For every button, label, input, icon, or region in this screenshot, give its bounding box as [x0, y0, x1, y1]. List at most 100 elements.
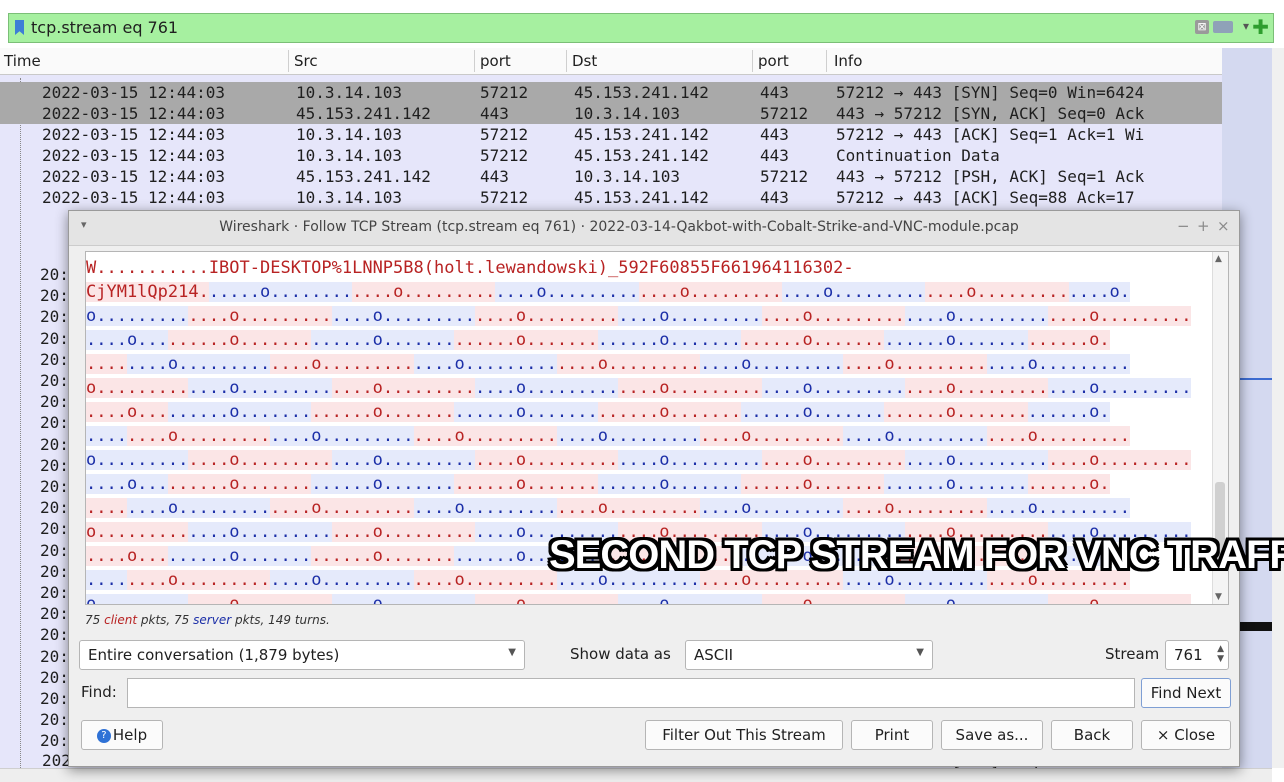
client-data-segment: ......o....... — [454, 330, 598, 350]
client-data-segment: ......o....... — [741, 330, 885, 350]
display-filter-bar[interactable]: tcp.stream eq 761 ⊠ ▾ ✚ — [8, 13, 1274, 43]
print-button[interactable]: Print — [851, 720, 933, 750]
table-row-partial[interactable]: 20: — [40, 497, 69, 518]
server-data-segment: ....o......... — [331, 306, 475, 326]
client-data-segment: ....o......... — [413, 426, 557, 446]
column-header-dst[interactable]: Dst — [572, 52, 597, 70]
client-data-segment: ....o......... — [761, 594, 905, 604]
bookmark-icon[interactable] — [15, 20, 24, 35]
close-window-icon[interactable]: × — [1217, 217, 1230, 235]
table-cell: 45.153.241.142 — [296, 167, 431, 186]
table-cell: 443 → 57212 [PSH, ACK] Seq=1 Ack — [836, 167, 1145, 186]
table-row[interactable]: 2022-03-15 12:44:03 45.153.241.142 443 10.3… — [0, 166, 1222, 187]
dialog-titlebar[interactable]: ▾ Wireshark · Follow TCP Stream (tcp.str… — [69, 211, 1239, 246]
filter-out-stream-button[interactable]: Filter Out This Stream — [645, 720, 843, 750]
table-cell: 57212 — [760, 167, 809, 186]
table-row-partial[interactable]: 20: — [40, 561, 69, 582]
table-row-partial[interactable]: 20: — [40, 306, 69, 327]
server-data-segment: ....o......... — [904, 594, 1049, 604]
client-data-segment: ....o......... — [188, 594, 332, 604]
table-row[interactable]: 2022-03-15 12:44:03 45.153.241.142 443 10.3… — [0, 103, 1222, 124]
table-row-partial[interactable]: 20: — [40, 540, 69, 561]
table-row-partial[interactable]: 20: — [40, 476, 69, 497]
minimize-icon[interactable]: − — [1177, 217, 1190, 235]
find-label: Find: — [81, 683, 117, 701]
help-button-label: Help — [112, 726, 148, 744]
table-row-partial[interactable]: 20: — [40, 603, 69, 624]
close-button[interactable]: × Close — [1141, 720, 1231, 750]
conversation-select[interactable]: Entire conversation (1,879 bytes) ▼ — [79, 640, 525, 670]
chevron-down-icon: ▼ — [508, 647, 516, 658]
column-header-dst-port[interactable]: port — [758, 52, 789, 70]
display-filter-input[interactable]: tcp.stream eq 761 — [31, 18, 178, 37]
table-row-partial[interactable]: 20: — [40, 391, 69, 412]
table-row[interactable]: 2022-03-15 12:44:03 10.3.14.103 57212 45.15… — [0, 145, 1222, 166]
column-header-src[interactable]: Src — [294, 52, 318, 70]
help-button[interactable]: ? Help — [81, 720, 163, 750]
table-cell: 57212 — [480, 125, 529, 144]
table-row-partial[interactable]: 20: — [40, 264, 69, 285]
packet-list-horizontal-scrollbar[interactable] — [0, 768, 1272, 782]
table-row-partial[interactable]: 20: — [40, 624, 69, 645]
scroll-down-icon[interactable]: ▼ — [1215, 592, 1222, 602]
client-data-segment: ....o......... — [331, 378, 475, 398]
table-row[interactable]: 2022-03-15 12:44:03 10.3.14.103 57212 45.15… — [0, 82, 1222, 103]
help-icon: ? — [96, 728, 111, 743]
stats-text: pkts, 149 turns. — [231, 613, 330, 627]
client-data-segment: ....o......... — [474, 594, 619, 604]
table-cell: 443 — [480, 167, 509, 186]
table-row[interactable]: 2022-03-15 12:44:03 10.3.14.103 57212 45.15… — [0, 187, 1222, 208]
clear-filter-icon[interactable]: ⊠ — [1195, 20, 1209, 34]
find-next-button[interactable]: Find Next — [1141, 678, 1231, 708]
table-row-partial[interactable]: 20: — [40, 518, 69, 539]
find-input[interactable] — [127, 678, 1135, 708]
table-row-partial[interactable]: 20: — [40, 582, 69, 603]
table-row-partial[interactable]: 20: — [40, 730, 69, 751]
client-data-segment: ....o......... — [188, 306, 332, 326]
table-row-partial[interactable]: 20: — [40, 285, 69, 306]
table-row-partial[interactable]: 20: — [40, 412, 69, 433]
server-data-segment: ....o... — [86, 474, 168, 494]
table-row-partial[interactable]: 20: — [40, 328, 69, 349]
table-row-partial[interactable]: 20: — [40, 709, 69, 730]
server-data-segment: ....o......... — [413, 498, 557, 518]
stream-number-spinbox[interactable]: 761 ▲ ▼ — [1165, 640, 1229, 670]
server-data-segment: .....o........ — [208, 282, 353, 302]
table-cell: 2022-03-15 12:44:03 — [42, 188, 226, 207]
add-filter-button-icon[interactable]: ✚ — [1252, 15, 1269, 39]
client-data-segment: ....o......... — [904, 378, 1049, 398]
table-row-partial[interactable]: 20: — [40, 667, 69, 688]
save-as-button[interactable]: Save as... — [941, 720, 1043, 750]
table-row-partial[interactable]: 20: — [40, 349, 69, 370]
server-data-segment: ....o......... — [761, 378, 905, 398]
table-cell: 443 — [760, 146, 789, 165]
apply-filter-icon[interactable] — [1213, 21, 1233, 33]
table-row-partial[interactable]: 20: — [40, 455, 69, 476]
show-data-label: Show data as — [570, 645, 671, 663]
table-row-partial[interactable]: 20: — [40, 688, 69, 709]
table-row-partial[interactable]: 20: — [40, 646, 69, 667]
show-data-select[interactable]: ASCII ▼ — [685, 640, 933, 670]
column-header-src-port[interactable]: port — [480, 52, 511, 70]
client-data-segment: ....o......... — [126, 570, 271, 590]
filter-dropdown-icon[interactable]: ▾ — [1243, 19, 1249, 33]
back-button[interactable]: Back — [1051, 720, 1133, 750]
table-row-partial[interactable]: 20: — [40, 434, 69, 455]
stream-line: ........o.............o.............o...… — [86, 496, 1208, 520]
maximize-icon[interactable]: + — [1197, 217, 1210, 235]
client-data-segment: ....o......... — [126, 426, 271, 446]
column-header-time[interactable]: Time — [4, 52, 41, 70]
scroll-up-icon[interactable]: ▲ — [1215, 254, 1222, 264]
column-header-info[interactable]: Info — [834, 52, 862, 70]
spin-arrows-icon[interactable]: ▲ ▼ — [1217, 644, 1224, 664]
client-data-segment: ....o......... — [556, 498, 701, 518]
client-data-segment: ....o......... — [188, 450, 332, 470]
server-data-segment: ....o......... — [700, 498, 844, 518]
client-data-segment: o......... — [86, 522, 189, 542]
table-row[interactable]: 2022-03-15 12:44:03 10.3.14.103 57212 45.15… — [0, 124, 1222, 145]
stream-line: ........o.............o.............o...… — [86, 424, 1208, 448]
client-data-segment: ....o......... — [331, 522, 475, 542]
packet-list-vertical-scrollbar[interactable] — [1272, 48, 1284, 768]
table-row-partial[interactable]: 20: — [40, 370, 69, 391]
server-data-segment: ......o. — [1027, 402, 1110, 422]
